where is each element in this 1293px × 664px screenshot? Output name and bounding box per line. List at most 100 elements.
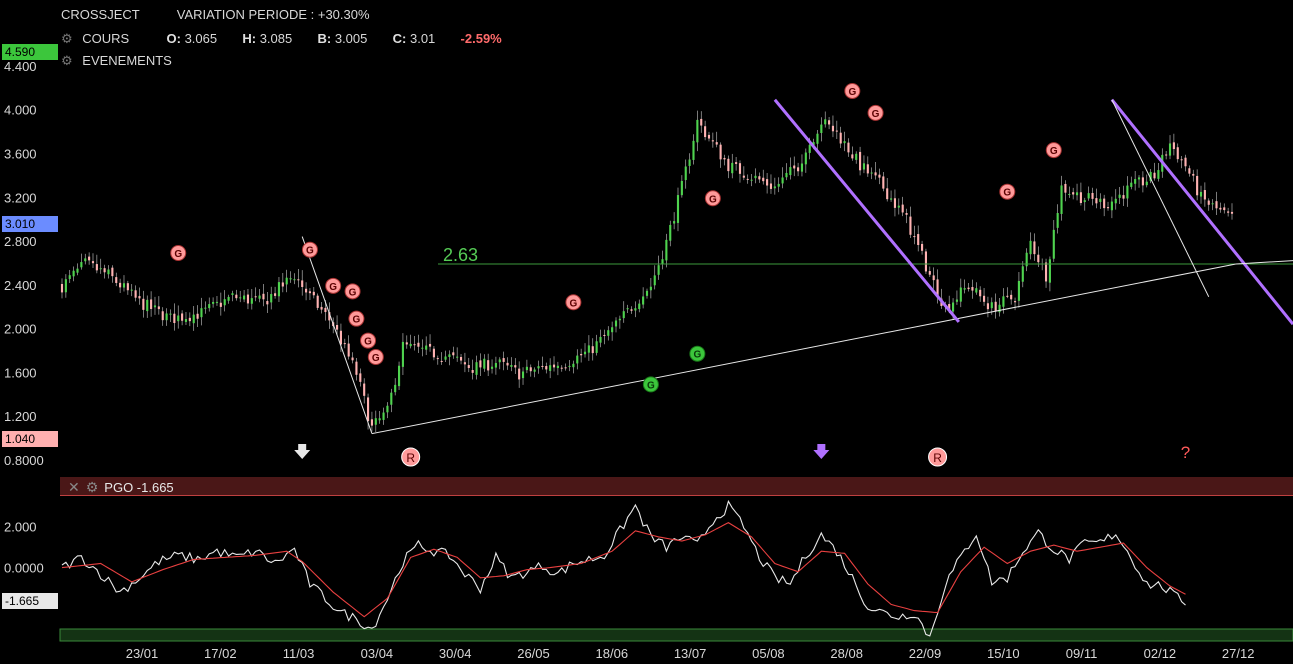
candle-body bbox=[1176, 147, 1179, 160]
candle-body bbox=[243, 295, 246, 300]
candle-body bbox=[246, 294, 250, 304]
candle-body bbox=[1168, 143, 1172, 156]
price-y-tick: 2.400 bbox=[4, 278, 37, 293]
candle-body bbox=[374, 418, 377, 425]
candle-body bbox=[157, 306, 160, 310]
chart-canvas: 4.400 4.000 3.600 3.200 2.800 2.400 2.000 1.600… bbox=[4, 59, 1293, 661]
candle-body bbox=[645, 290, 649, 296]
candle-body bbox=[618, 318, 621, 321]
white-trendline bbox=[301, 236, 373, 434]
candle-body bbox=[1227, 211, 1230, 213]
candle-body bbox=[893, 198, 897, 208]
candle-body bbox=[235, 294, 238, 299]
candle-body bbox=[998, 304, 1001, 313]
candle-body bbox=[711, 140, 714, 142]
candle-body bbox=[1106, 207, 1110, 209]
candle-body bbox=[254, 296, 257, 298]
candle-body bbox=[274, 293, 277, 296]
candle-body bbox=[870, 172, 873, 174]
x-axis-tick: 18/06 bbox=[596, 646, 629, 661]
candle-body bbox=[463, 362, 466, 365]
candle-body bbox=[649, 286, 652, 291]
candle-body bbox=[1029, 240, 1032, 255]
candle-body bbox=[820, 124, 823, 133]
candle-body bbox=[456, 356, 459, 358]
candle-body bbox=[963, 288, 966, 290]
candle-body bbox=[979, 289, 982, 297]
candle-body bbox=[552, 364, 556, 368]
candle-body bbox=[1010, 294, 1013, 300]
candle-body bbox=[673, 221, 676, 224]
candle-body bbox=[1072, 192, 1075, 195]
candle-body bbox=[560, 367, 563, 369]
candle-body bbox=[134, 290, 137, 298]
candle-body bbox=[766, 179, 769, 186]
candle-body bbox=[1134, 179, 1137, 184]
candle-body bbox=[835, 130, 838, 132]
candle-body bbox=[227, 296, 230, 301]
candle-body bbox=[831, 125, 835, 132]
candle-body bbox=[1126, 185, 1129, 199]
candle-body bbox=[800, 163, 804, 172]
candle-body bbox=[436, 358, 439, 360]
candle-body bbox=[320, 306, 323, 310]
candle-body bbox=[223, 299, 226, 306]
candle-body bbox=[990, 302, 993, 309]
candle-body bbox=[107, 269, 110, 275]
signal-marker-label: G bbox=[174, 249, 182, 260]
candle-body bbox=[277, 282, 281, 297]
candle-body bbox=[1099, 198, 1102, 202]
candle-body bbox=[231, 293, 234, 295]
candle-body bbox=[982, 295, 986, 302]
candle-body bbox=[971, 287, 974, 291]
signal-marker-label: G bbox=[329, 282, 337, 293]
candle-body bbox=[363, 383, 366, 396]
candle-body bbox=[665, 239, 668, 261]
candle-body bbox=[843, 141, 846, 144]
candle-body bbox=[518, 368, 521, 380]
candle-body bbox=[1114, 198, 1117, 204]
x-axis-tick: 05/08 bbox=[752, 646, 785, 661]
candle-body bbox=[490, 366, 494, 369]
candle-body bbox=[696, 119, 699, 143]
r-marker-label: R bbox=[933, 451, 942, 465]
candle-body bbox=[161, 311, 164, 321]
candle-body bbox=[1103, 198, 1106, 209]
candle-body bbox=[866, 164, 869, 174]
candle-body bbox=[1137, 177, 1141, 180]
candle-body bbox=[1044, 262, 1048, 282]
candle-body bbox=[289, 278, 292, 280]
candle-body bbox=[60, 283, 64, 293]
candle-body bbox=[847, 142, 850, 153]
candle-body bbox=[281, 282, 284, 287]
signal-marker-label: G bbox=[570, 298, 578, 309]
candle-body bbox=[1165, 154, 1168, 156]
candle-body bbox=[924, 251, 928, 272]
candle-body bbox=[181, 313, 184, 321]
candle-body bbox=[401, 341, 404, 367]
candle-body bbox=[824, 119, 827, 125]
x-axis-tick: 23/01 bbox=[126, 646, 159, 661]
candle-body bbox=[208, 304, 211, 309]
candle-body bbox=[142, 298, 145, 310]
candle-body bbox=[370, 419, 373, 426]
candle-body bbox=[1006, 295, 1009, 297]
candle-body bbox=[1087, 193, 1090, 199]
candle-body bbox=[986, 303, 989, 310]
candle-body bbox=[382, 412, 385, 420]
candle-body bbox=[692, 140, 695, 160]
candle-body bbox=[735, 162, 738, 164]
candle-body bbox=[750, 179, 753, 181]
candle-body bbox=[828, 120, 831, 125]
candle-body bbox=[626, 308, 629, 310]
r-marker-label: R bbox=[406, 451, 415, 465]
signal-marker-label: G bbox=[848, 87, 856, 98]
candle-body bbox=[669, 224, 672, 241]
candle-body bbox=[305, 288, 308, 293]
candle-body bbox=[1017, 280, 1020, 301]
candle-body bbox=[409, 343, 412, 347]
candle-body bbox=[122, 283, 126, 288]
candle-body bbox=[785, 172, 788, 178]
candle-body bbox=[975, 288, 978, 293]
candle-body bbox=[859, 151, 862, 171]
